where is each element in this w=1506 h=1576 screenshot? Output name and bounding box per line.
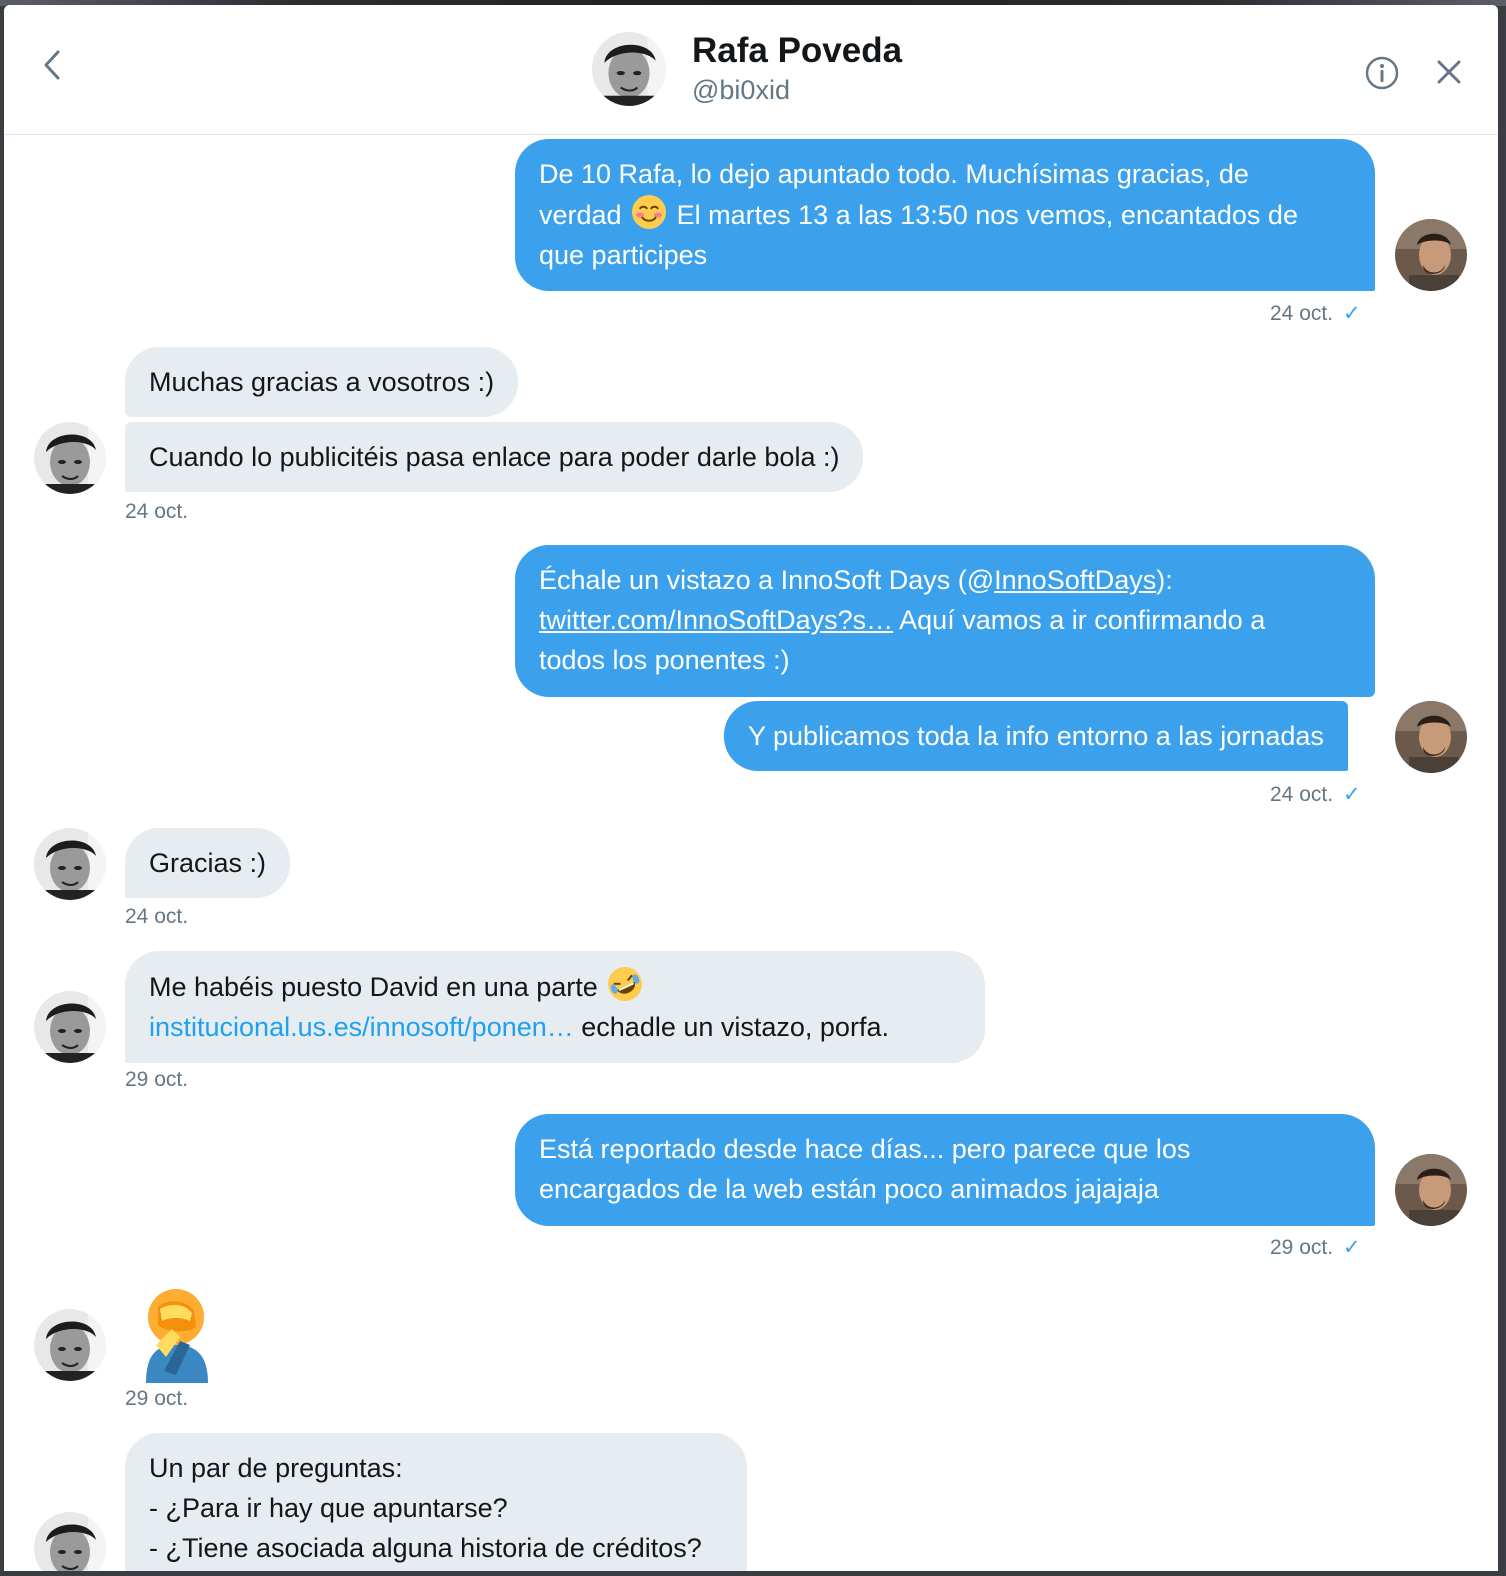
message-bubble-outgoing[interactable]: Está reportado desde hace días... pero p… xyxy=(515,1114,1375,1226)
message-text: El martes 13 a las 13:50 nos vemos, enca… xyxy=(676,200,1298,230)
message-bubble-outgoing[interactable]: Y publicamos toda la info entorno a las … xyxy=(724,701,1348,771)
info-icon xyxy=(1365,56,1399,90)
check-icon: ✓ xyxy=(1343,783,1361,806)
check-icon: ✓ xyxy=(1343,1236,1361,1259)
close-icon xyxy=(1437,60,1461,84)
message-bubble-incoming[interactable]: Muchas gracias a vosotros :) xyxy=(125,347,519,417)
message-text: verdad xyxy=(539,200,622,230)
rolling-laughing-emoji xyxy=(608,967,643,1001)
smiling-face-emoji xyxy=(632,195,667,229)
message-line: verdad El martes 13 a las 13:50 nos vemo… xyxy=(539,194,1351,235)
message-bubble-outgoing[interactable]: De 10 Rafa, lo dejo apuntado todo. Muchí… xyxy=(515,139,1375,291)
message-text: Gracias :) xyxy=(149,848,267,878)
message-text: ): xyxy=(1156,565,1173,595)
message-timestamp: 24 oct. ✓ xyxy=(1270,782,1361,807)
message-timestamp: 29 oct. xyxy=(125,1068,189,1091)
message-timestamp: 29 oct. ✓ xyxy=(1270,1235,1361,1260)
timestamp-text: 29 oct. xyxy=(1270,1236,1334,1259)
contact-handle[interactable]: @bi0xid xyxy=(692,75,790,106)
avatar-contact-image xyxy=(592,32,666,106)
message-bubble-incoming[interactable]: Un par de preguntas: - ¿Para ir hay que … xyxy=(125,1433,747,1571)
avatar-contact[interactable] xyxy=(34,1512,106,1571)
message-timestamp: 29 oct. xyxy=(125,1387,189,1410)
avatar-self[interactable] xyxy=(1395,219,1467,291)
avatar-self-image xyxy=(1395,219,1467,291)
message-line: Está reportado desde hace días... pero p… xyxy=(539,1134,1191,1164)
message-text: Aquí vamos a ir confirmando a xyxy=(893,605,1266,635)
message-line: - ¿Para ir hay que apuntarse? xyxy=(149,1493,508,1523)
message-text: Muchas gracias a vosotros :) xyxy=(149,367,495,397)
face-palm-emoji[interactable] xyxy=(136,1283,216,1383)
message-line: institucional.us.es/innosoft/ponen… echa… xyxy=(149,1007,961,1047)
avatar-self[interactable] xyxy=(1395,1154,1467,1226)
avatar-contact-image xyxy=(34,422,106,494)
avatar-self-image xyxy=(1395,701,1467,773)
message-timestamp: 24 oct. xyxy=(125,905,189,928)
message-text: echadle un vistazo, porfa. xyxy=(573,1012,889,1042)
message-bubble-incoming[interactable]: Cuando lo publicitéis pasa enlace para p… xyxy=(125,422,864,492)
avatar-contact-image xyxy=(34,991,106,1063)
check-icon: ✓ xyxy=(1343,302,1361,325)
avatar-contact-image xyxy=(34,1309,106,1381)
message-line: De 10 Rafa, lo dejo apuntado todo. Muchí… xyxy=(539,159,1249,189)
avatar-self-image xyxy=(1395,1154,1467,1226)
timestamp-text: 24 oct. xyxy=(1270,302,1334,325)
message-bubble-outgoing[interactable]: Échale un vistazo a InnoSoft Days (@Inno… xyxy=(515,545,1375,697)
back-button[interactable] xyxy=(34,47,70,83)
contact-name[interactable]: Rafa Poveda xyxy=(692,31,902,71)
avatar-contact-image xyxy=(34,828,106,900)
avatar-contact[interactable] xyxy=(34,991,106,1063)
message-timestamp: 24 oct. xyxy=(125,500,189,523)
message-thread[interactable]: De 10 Rafa, lo dejo apuntado todo. Muchí… xyxy=(4,5,1498,1571)
message-line: encargados de la web están poco animados… xyxy=(539,1174,1159,1204)
url-link[interactable]: twitter.com/InnoSoftDays?s… xyxy=(539,605,893,635)
avatar-contact[interactable] xyxy=(34,1309,106,1381)
message-bubble-incoming[interactable]: Me habéis puesto David en una parte inst… xyxy=(125,951,985,1063)
chevron-left-icon xyxy=(44,50,60,80)
avatar-contact[interactable] xyxy=(34,422,106,494)
message-line: twitter.com/InnoSoftDays?s… Aquí vamos a… xyxy=(539,600,1351,640)
message-text: Y publicamos toda la info entorno a las … xyxy=(748,721,1324,751)
message-line: todos los ponentes :) xyxy=(539,645,790,675)
message-timestamp: 24 oct. ✓ xyxy=(1270,301,1361,326)
close-button[interactable] xyxy=(1432,55,1466,89)
message-text: Échale un vistazo a InnoSoft Days (@ xyxy=(539,565,995,595)
conversation-header: Rafa Poveda @bi0xid xyxy=(4,5,1498,135)
message-line: Me habéis puesto David en una parte xyxy=(149,966,961,1007)
message-line: Échale un vistazo a InnoSoft Days (@Inno… xyxy=(539,560,1351,600)
avatar-contact-image xyxy=(34,1512,106,1571)
message-text: Me habéis puesto David en una parte xyxy=(149,972,598,1002)
mention-link[interactable]: InnoSoftDays xyxy=(994,565,1156,595)
header-avatar[interactable] xyxy=(592,32,666,106)
message-text: Cuando lo publicitéis pasa enlace para p… xyxy=(149,442,840,472)
message-line: - ¿Tiene asociada alguna historia de cré… xyxy=(149,1533,702,1563)
avatar-self[interactable] xyxy=(1395,701,1467,773)
message-line: que participes xyxy=(539,240,708,270)
info-button[interactable] xyxy=(1364,55,1400,91)
dm-conversation-modal: De 10 Rafa, lo dejo apuntado todo. Muchí… xyxy=(4,5,1498,1571)
avatar-contact[interactable] xyxy=(34,828,106,900)
message-bubble-incoming[interactable]: Gracias :) xyxy=(125,828,291,898)
url-link[interactable]: institucional.us.es/innosoft/ponen… xyxy=(149,1012,574,1042)
message-line: Un par de preguntas: xyxy=(149,1453,403,1483)
timestamp-text: 24 oct. xyxy=(1270,783,1334,806)
